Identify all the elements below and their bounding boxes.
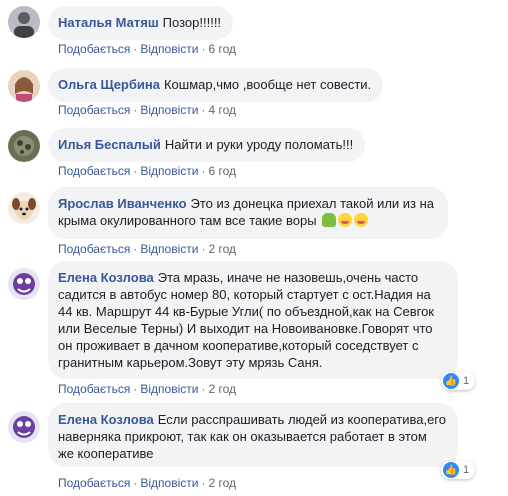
separator: · xyxy=(133,103,138,117)
comment-time[interactable]: 2 год xyxy=(208,242,236,256)
comment-author[interactable]: Елена Козлова xyxy=(58,270,154,285)
comment-time[interactable]: 4 год xyxy=(208,103,236,117)
tongue-face-emoji-icon xyxy=(338,213,353,227)
separator: · xyxy=(133,242,138,256)
comment-actions: Подобається · Відповісти · 6 год xyxy=(58,41,236,57)
comment-time[interactable]: 2 год xyxy=(208,382,236,396)
separator: · xyxy=(201,242,206,256)
avatar[interactable] xyxy=(8,268,40,300)
separator: · xyxy=(201,382,206,396)
reaction-count[interactable]: 👍 1 xyxy=(441,461,476,479)
comment-time[interactable]: 2 год xyxy=(208,476,236,490)
reply-button[interactable]: Відповісти xyxy=(140,42,198,56)
separator: · xyxy=(201,476,206,490)
reaction-count[interactable]: 👍 1 xyxy=(441,372,476,390)
comment-bubble: Елена Козлова Если расспрашивать людей из… xyxy=(48,403,458,467)
separator: · xyxy=(133,164,138,178)
comment-bubble: Елена Козлова Эта мразь, иначе не назовеш… xyxy=(48,261,458,379)
separator: · xyxy=(133,382,138,396)
comment-author[interactable]: Ярослав Иванченко xyxy=(58,196,187,211)
reply-button[interactable]: Відповісти xyxy=(140,164,198,178)
separator: · xyxy=(133,476,138,490)
like-button[interactable]: Подобається xyxy=(58,242,130,256)
like-button[interactable]: Подобається xyxy=(58,42,130,56)
like-count: 1 xyxy=(463,464,470,476)
comment-actions: Подобається · Відповісти · 6 год xyxy=(58,163,236,179)
comment-text: Эта мразь, иначе не назовешь,очень часто… xyxy=(58,270,434,370)
reply-button[interactable]: Відповісти xyxy=(140,242,198,256)
comment-author[interactable]: Ольга Щербина xyxy=(58,77,160,92)
avatar[interactable] xyxy=(8,70,40,102)
reply-button[interactable]: Відповісти xyxy=(140,103,198,117)
comment-time[interactable]: 6 год xyxy=(208,42,236,56)
comment-text: Кошмар,чмо ,вообще нет совести. xyxy=(163,77,372,92)
comment-actions: Подобається · Відповісти · 4 год xyxy=(58,102,236,118)
separator: · xyxy=(201,164,206,178)
comment-bubble: Наталья Матяш Позор!!!!!! xyxy=(48,6,234,40)
comment-bubble: Ольга Щербина Кошмар,чмо ,вообще нет сове… xyxy=(48,68,384,102)
comment-author[interactable]: Наталья Матяш xyxy=(58,15,159,30)
avatar[interactable] xyxy=(8,411,40,443)
comment-text: Позор!!!!!! xyxy=(162,15,222,30)
like-button[interactable]: Подобається xyxy=(58,476,130,490)
comment-bubble: Илья Беспалый Найти и руки уроду поломать… xyxy=(48,128,366,162)
comment-actions: Подобається · Відповісти · 2 год xyxy=(58,241,236,257)
thumbs-up-icon: 👍 xyxy=(443,462,459,478)
thumbs-up-icon: 👍 xyxy=(443,373,459,389)
like-button[interactable]: Подобається xyxy=(58,103,130,117)
comment-text: Найти и руки уроду поломать!!! xyxy=(164,137,354,152)
like-button[interactable]: Подобається xyxy=(58,164,130,178)
reply-button[interactable]: Відповісти xyxy=(140,476,198,490)
comment-author[interactable]: Илья Беспалый xyxy=(58,137,161,152)
comment-bubble: Ярослав Иванченко Это из донецка приехал … xyxy=(48,187,448,239)
comment-time[interactable]: 6 год xyxy=(208,164,236,178)
separator: · xyxy=(201,103,206,117)
avatar[interactable] xyxy=(8,6,40,38)
separator: · xyxy=(201,42,206,56)
avatar[interactable] xyxy=(8,192,40,224)
tongue-face-emoji-icon xyxy=(354,213,369,227)
reply-button[interactable]: Відповісти xyxy=(140,382,198,396)
person-emoji-icon xyxy=(322,213,337,227)
comment-actions: Подобається · Відповісти · 2 год xyxy=(58,381,236,397)
separator: · xyxy=(133,42,138,56)
avatar[interactable] xyxy=(8,130,40,162)
like-count: 1 xyxy=(463,375,470,387)
like-button[interactable]: Подобається xyxy=(58,382,130,396)
comment-author[interactable]: Елена Козлова xyxy=(58,412,154,427)
comment-actions: Подобається · Відповісти · 2 год xyxy=(58,475,236,491)
